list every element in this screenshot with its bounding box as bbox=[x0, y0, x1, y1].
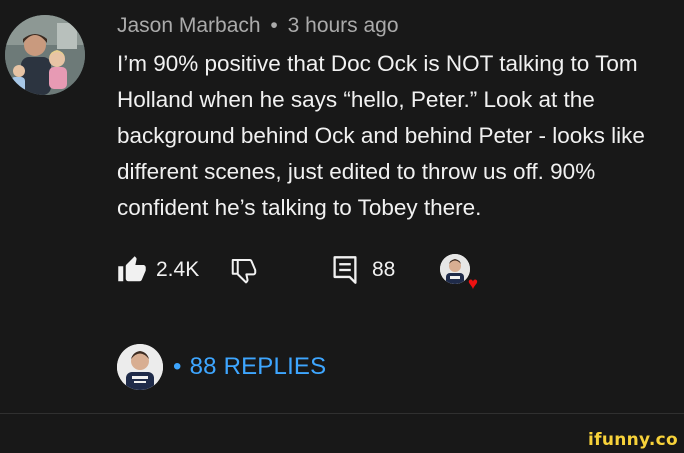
thumbs-down-outline-icon bbox=[231, 259, 257, 284]
heart-icon: ♥ bbox=[467, 274, 478, 293]
creator-reply-avatar-image bbox=[117, 344, 163, 390]
reply-button[interactable]: 88 bbox=[332, 252, 395, 288]
reply-count: 88 bbox=[372, 258, 396, 281]
comment-author[interactable]: Jason Marbach bbox=[117, 14, 261, 37]
creator-avatar bbox=[440, 254, 470, 284]
comment-text-line: Holland when he says “hello, Peter.” Loo… bbox=[117, 87, 595, 112]
like-button[interactable]: 2.4K bbox=[117, 252, 199, 288]
comment-body: I’m 90% positive that Doc Ock is NOT tal… bbox=[117, 46, 682, 226]
comment-timestamp[interactable]: 3 hours ago bbox=[288, 14, 399, 37]
comment-action-bar: 2.4K 88 ♥ bbox=[117, 252, 517, 292]
meta-separator: • bbox=[270, 14, 278, 37]
comment-header: Jason Marbach • 3 hours ago bbox=[117, 14, 399, 38]
comment-text-line: different scenes, just edited to throw u… bbox=[117, 159, 596, 184]
comment-text-line: confident he’s talking to Tobey there. bbox=[117, 195, 482, 220]
replies-separator: • bbox=[173, 353, 182, 380]
section-divider bbox=[0, 413, 684, 414]
ifunny-watermark: ifunny.co bbox=[588, 430, 678, 450]
commenter-avatar-image bbox=[5, 15, 85, 95]
comment-text-line: background behind Ock and behind Peter -… bbox=[117, 123, 645, 148]
thumbs-up-filled-icon bbox=[118, 256, 146, 282]
replies-count-label[interactable]: 88 REPLIES bbox=[190, 353, 327, 381]
comment-icon bbox=[333, 256, 357, 284]
comment-text-line: I’m 90% positive that Doc Ock is NOT tal… bbox=[117, 51, 638, 76]
like-count: 2.4K bbox=[156, 258, 200, 281]
dislike-button[interactable] bbox=[229, 252, 259, 288]
view-replies-button[interactable]: • 88 REPLIES bbox=[117, 343, 326, 391]
creator-reply-avatar bbox=[117, 344, 163, 390]
commenter-avatar[interactable] bbox=[5, 15, 85, 95]
creator-avatar-image bbox=[440, 254, 470, 284]
creator-heart-badge[interactable]: ♥ bbox=[440, 254, 478, 292]
